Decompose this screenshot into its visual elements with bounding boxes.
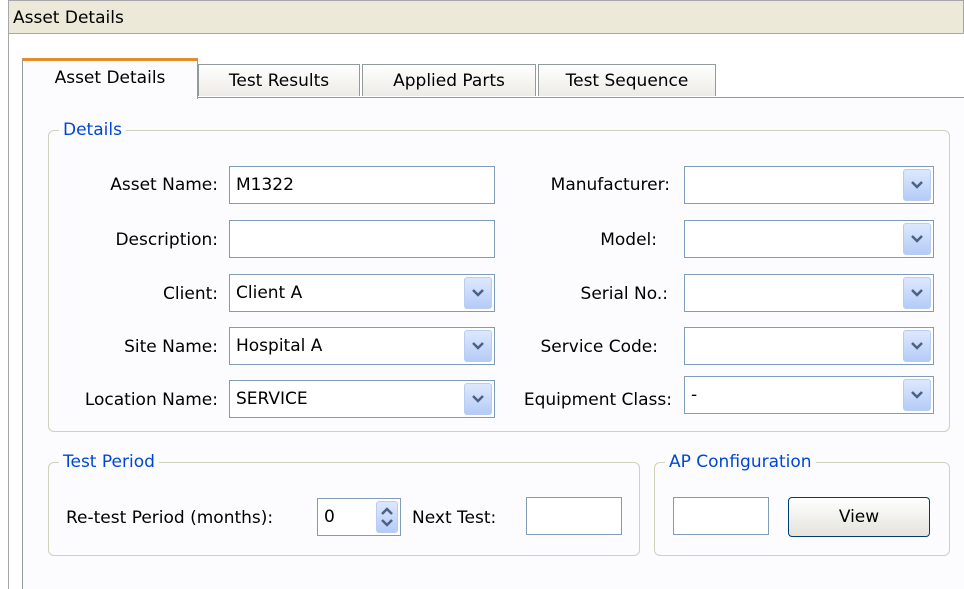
view-button[interactable]: View — [788, 497, 930, 537]
window-title: Asset Details — [8, 0, 964, 34]
asset-name-field[interactable]: M1322 — [229, 166, 495, 204]
tab-test-results[interactable]: Test Results — [198, 64, 360, 96]
retest-period-label: Re-test Period (months): — [66, 508, 274, 528]
service-code-label: Service Code: — [540, 337, 658, 357]
chevron-down-icon[interactable] — [903, 169, 931, 201]
serial-no-label: Serial No.: — [580, 284, 668, 304]
ap-configuration-field[interactable] — [673, 497, 769, 535]
tab-test-sequence[interactable]: Test Sequence — [538, 64, 716, 96]
client-select-value: Client A — [236, 283, 303, 303]
equipment-class-select-value: - — [691, 385, 698, 405]
chevron-down-icon[interactable] — [464, 277, 492, 309]
serial-no-select[interactable] — [684, 274, 934, 312]
equipment-class-label: Equipment Class: — [523, 390, 672, 410]
model-select[interactable] — [684, 220, 934, 258]
asset-name-label: Asset Name: — [110, 175, 218, 195]
service-code-select[interactable] — [684, 327, 934, 365]
tab-applied-parts-label: Applied Parts — [393, 71, 505, 91]
site-name-select-value: Hospital A — [236, 336, 323, 356]
chevron-down-icon[interactable] — [464, 383, 492, 415]
spin-arrows-icon[interactable] — [376, 501, 398, 533]
next-test-label: Next Test: — [412, 508, 497, 528]
chevron-down-icon[interactable] — [903, 330, 931, 362]
client-label: Client: — [163, 284, 218, 304]
manufacturer-select[interactable] — [684, 166, 934, 204]
equipment-class-select[interactable]: - — [684, 376, 934, 414]
test-period-group-title: Test Period — [59, 451, 159, 473]
tab-asset-details[interactable]: Asset Details — [22, 58, 198, 99]
location-name-label: Location Name: — [84, 390, 218, 410]
chevron-down-icon[interactable] — [903, 277, 931, 309]
site-name-select[interactable]: Hospital A — [229, 327, 495, 365]
location-name-select[interactable]: SERVICE — [229, 380, 495, 418]
location-name-select-value: SERVICE — [236, 389, 308, 409]
ap-configuration-group-title: AP Configuration — [665, 451, 816, 473]
retest-period-value: 0 — [324, 507, 335, 527]
model-label: Model: — [600, 230, 657, 250]
description-field[interactable] — [229, 220, 495, 258]
manufacturer-label: Manufacturer: — [550, 175, 670, 195]
site-name-label: Site Name: — [124, 337, 218, 357]
client-select[interactable]: Client A — [229, 274, 495, 312]
next-test-field[interactable] — [526, 497, 622, 535]
chevron-down-icon[interactable] — [464, 330, 492, 362]
tab-applied-parts[interactable]: Applied Parts — [362, 64, 536, 96]
tab-test-sequence-label: Test Sequence — [565, 71, 689, 91]
description-label: Description: — [115, 230, 218, 250]
chevron-down-icon[interactable] — [903, 379, 931, 411]
chevron-down-icon[interactable] — [903, 223, 931, 255]
tab-test-results-label: Test Results — [228, 71, 330, 91]
retest-period-spinner[interactable]: 0 — [317, 498, 401, 536]
tab-asset-details-label: Asset Details — [54, 68, 166, 88]
details-group-title: Details — [59, 119, 126, 141]
